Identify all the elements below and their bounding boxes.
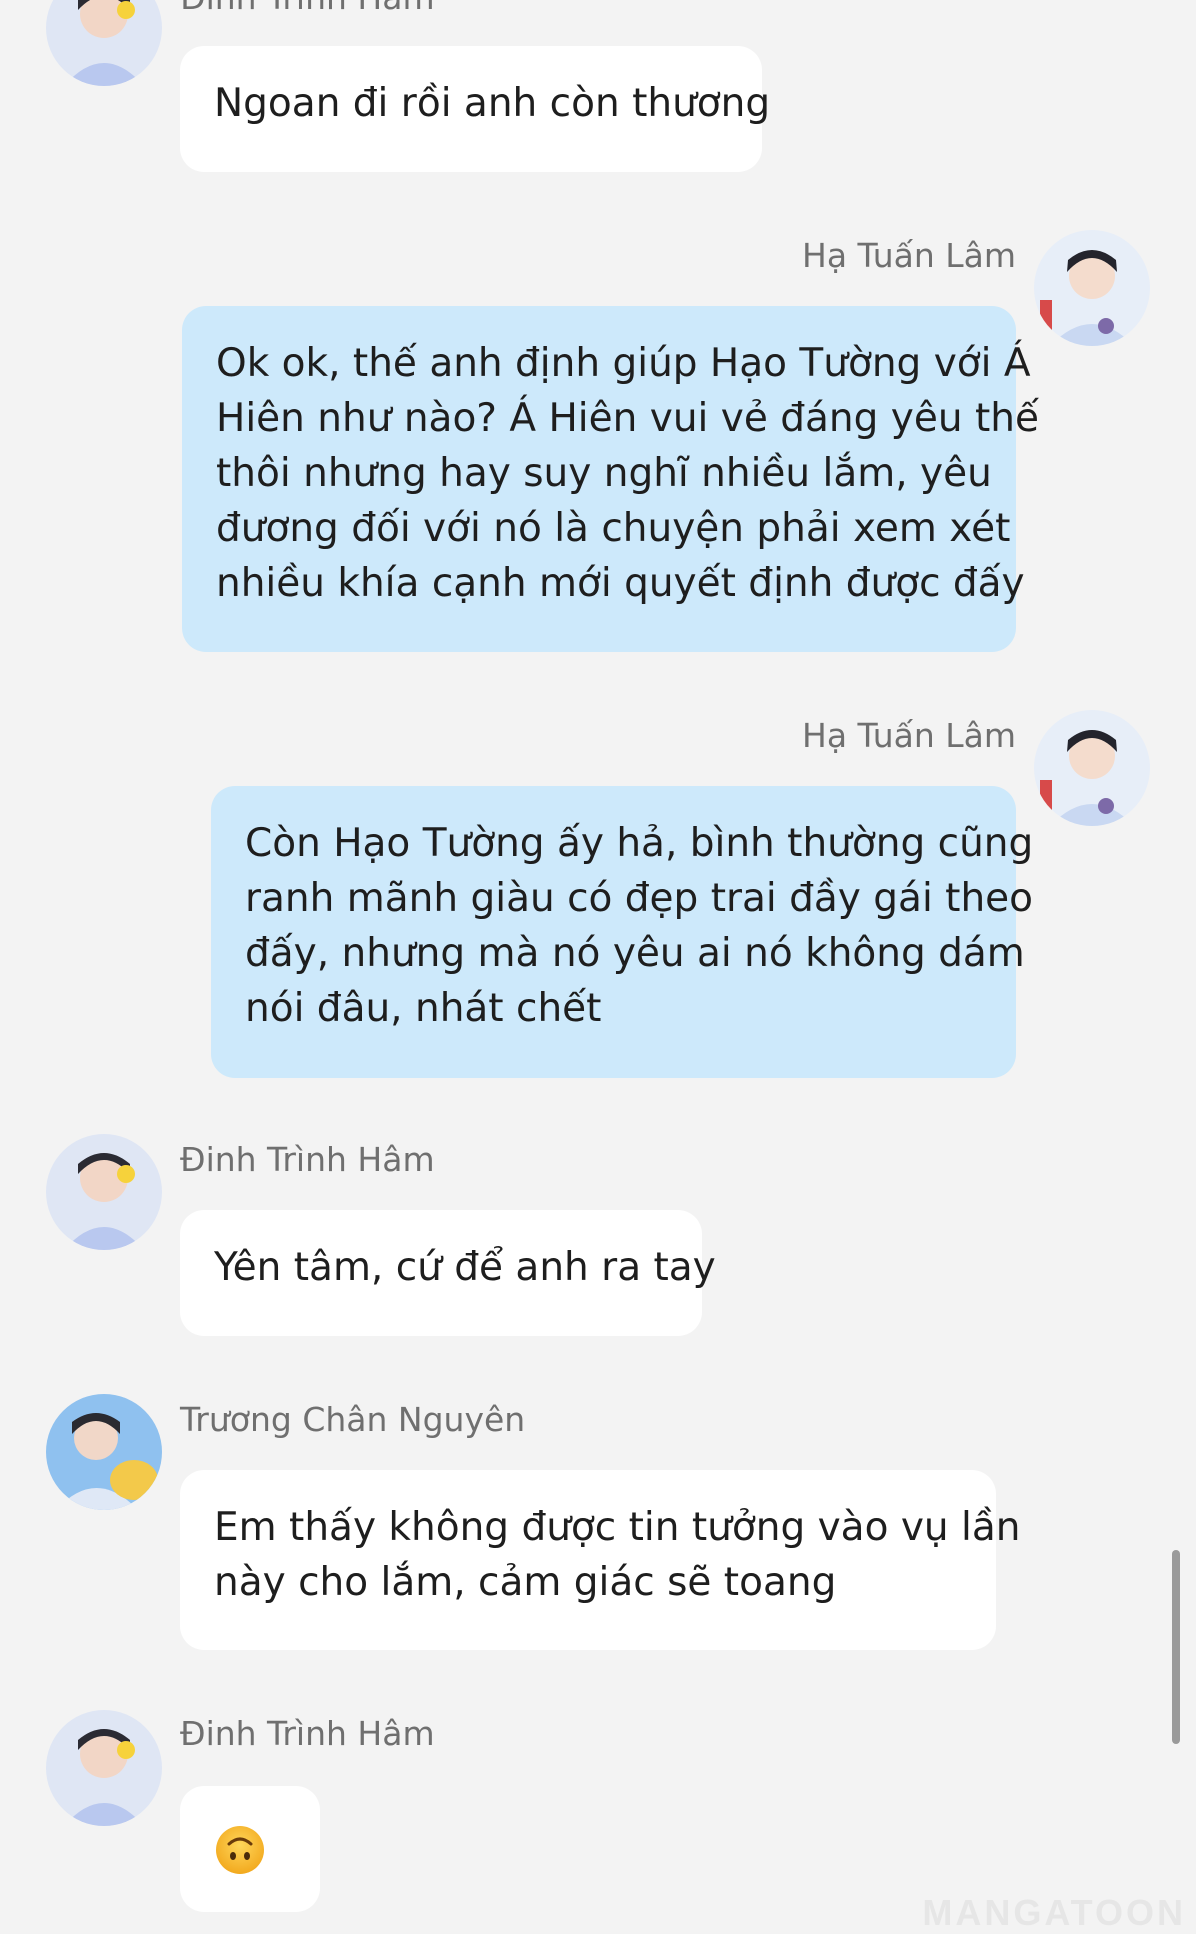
avatar-image — [46, 1394, 162, 1510]
sender-name: Hạ Tuấn Lâm — [802, 716, 1016, 755]
message-text: nhiều khía cạnh mới quyết định được đấy — [216, 561, 1025, 606]
avatar[interactable] — [46, 1134, 162, 1250]
upside-down-face-icon — [216, 1826, 264, 1874]
avatar-image — [46, 0, 162, 86]
avatar[interactable] — [1034, 230, 1150, 346]
message-bubble[interactable]: Yên tâm, cứ để anh ra tay — [180, 1210, 716, 1336]
message-text: thôi nhưng hay suy nghĩ nhiều lắm, yêu — [216, 451, 992, 496]
message-text: Hiên như nào? Á Hiên vui vẻ đáng yêu thế — [216, 396, 1039, 441]
sender-name: Đinh Trình Hâm — [180, 1714, 435, 1753]
avatar[interactable] — [46, 0, 162, 86]
sender-name: Trương Chân Nguyên — [180, 1400, 526, 1439]
watermark: MANGATOON — [922, 1892, 1186, 1933]
message-bubble[interactable]: Còn Hạo Tường ấy hả, bình thường cũng ra… — [211, 786, 1034, 1078]
message-text: ranh mãnh giàu có đẹp trai đầy gái theo — [245, 876, 1034, 921]
avatar-image — [1034, 230, 1150, 346]
sender-name: Đinh Trình Hâm — [180, 1140, 435, 1179]
message-bubble[interactable]: Ok ok, thế anh định giúp Hạo Tường với Á… — [182, 306, 1039, 652]
message-bubble[interactable]: Em thấy không được tin tưởng vào vụ lần … — [180, 1470, 1021, 1650]
chat-thread: Đinh Trình Hâm Ngoan đi rồi anh còn thươ… — [0, 0, 1196, 1933]
avatar[interactable] — [1034, 710, 1150, 826]
scrollbar[interactable] — [1172, 1550, 1180, 1744]
message-text: Ngoan đi rồi anh còn thương — [214, 81, 771, 126]
message-text: đương đối với nó là chuyện phải xem xét — [216, 506, 1011, 551]
avatar[interactable] — [46, 1710, 162, 1826]
avatar-image — [46, 1134, 162, 1250]
message-text: Còn Hạo Tường ấy hả, bình thường cũng — [245, 821, 1034, 866]
message-text: này cho lắm, cảm giác sẽ toang — [214, 1560, 837, 1605]
avatar-image — [1034, 710, 1150, 826]
message-text: nói đâu, nhát chết — [245, 986, 602, 1031]
message-text: Em thấy không được tin tưởng vào vụ lần — [214, 1505, 1021, 1550]
sender-name: Hạ Tuấn Lâm — [802, 236, 1016, 275]
message-text: đấy, nhưng mà nó yêu ai nó không dám — [245, 931, 1025, 976]
message-text: Ok ok, thế anh định giúp Hạo Tường với Á — [216, 341, 1031, 386]
avatar[interactable] — [46, 1394, 162, 1510]
sender-name: Đinh Trình Hâm — [180, 0, 435, 18]
message-text: Yên tâm, cứ để anh ra tay — [214, 1245, 716, 1290]
message-bubble[interactable]: Ngoan đi rồi anh còn thương — [180, 46, 771, 172]
avatar-image — [46, 1710, 162, 1826]
